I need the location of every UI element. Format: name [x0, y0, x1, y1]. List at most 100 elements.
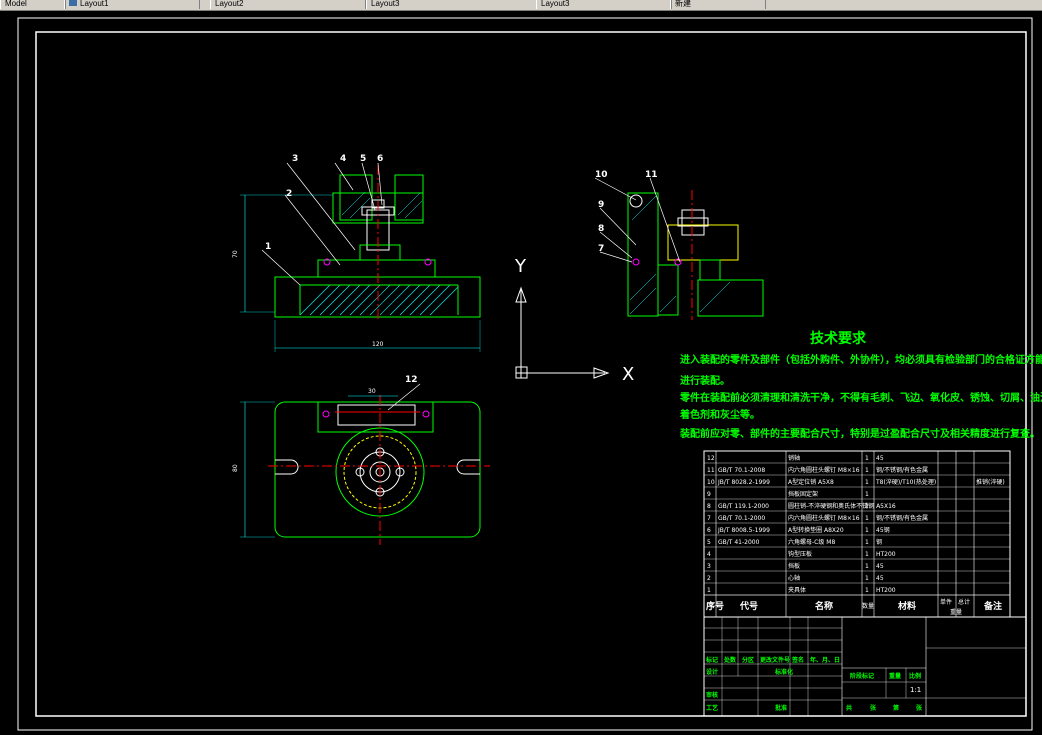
bom-cell-no: 11 [707, 467, 715, 474]
bom-cell-name: 心轴 [788, 574, 800, 582]
tb-standard: 标准化 [774, 668, 793, 676]
bom-cell-name: 六角螺母-C级 M8 [788, 538, 835, 546]
bom-cell-qty: 1 [865, 563, 869, 570]
bom-cell-no: 2 [707, 575, 711, 582]
clamp-right [394, 174, 424, 221]
part-label: 5 [360, 154, 366, 164]
bom-cell-qty: 1 [865, 575, 869, 582]
bom-cell-material: 45 [876, 455, 884, 462]
y-axis-label: Y [514, 256, 527, 277]
tech-req-line: 装配前应对零、部件的主要配合尺寸，特别是过盈配合尺寸及相关精度进行复查。 [679, 427, 1040, 440]
bom-cell-qty: 2 [865, 503, 869, 510]
plan-view: 80 30 12 [232, 375, 490, 545]
bom-cell-name: 夹具体 [788, 586, 806, 594]
bom-header-material: 材料 [897, 600, 916, 612]
part-label: 1 [265, 242, 271, 252]
part-label: 12 [405, 375, 418, 385]
bom-cell-name: 挡板 [788, 562, 800, 570]
bom-cell-qty: 1 [865, 527, 869, 534]
bom-cell-qty: 1 [865, 455, 869, 462]
tb-total-sheets: 共 [846, 704, 852, 712]
bom-cell-code: JB/T 8008.5-1999 [717, 527, 770, 534]
cad-drawing-canvas[interactable]: 70 120 3 2 1 4 5 6 10 9 8 7 11 80 30 12 … [0, 11, 1042, 735]
layout-icon [69, 0, 77, 6]
tab-new[interactable]: 新建 [670, 0, 766, 9]
tab-layout2[interactable]: Layout2 [210, 0, 366, 9]
tb-sheets-unit: 张 [870, 704, 877, 712]
tb-count: 处数 [723, 656, 737, 664]
tb-process: 工艺 [706, 704, 718, 712]
tech-req-line: 进行装配。 [680, 374, 730, 387]
bom-header-qty: 数量 [862, 602, 874, 610]
bom-cell-material: HT200 [876, 587, 896, 594]
tab-label: Model [5, 0, 27, 8]
part-label: 4 [340, 154, 346, 164]
bom-cell-material: 钢/不锈钢/有色金属 [876, 466, 928, 474]
bom-cell-qty: 1 [865, 479, 869, 486]
bom-cell-qty: 1 [865, 539, 869, 546]
bom-cell-no: 9 [707, 491, 711, 498]
bom-cell-no: 10 [707, 479, 715, 486]
bom-header-single: 单件 [940, 598, 952, 606]
tb-sheet-unit: 张 [916, 704, 923, 712]
tb-change-doc: 更改文件号 [760, 656, 790, 664]
bom-header-note: 备注 [983, 600, 1002, 612]
tab-label: 新建 [675, 0, 691, 8]
upper-plate [317, 259, 436, 278]
bom-cell-name: 内六角圆柱头螺钉 M8×16 [788, 514, 860, 522]
part-label: 2 [286, 189, 292, 199]
tech-req-line: 着色剂和灰尘等。 [679, 408, 760, 421]
tab-label: Layout3 [541, 0, 570, 8]
tb-scale: 1:1 [910, 686, 921, 694]
bom-cell-material: HT200 [876, 551, 896, 558]
part-label: 10 [595, 170, 608, 180]
tb-mark: 标记 [705, 656, 718, 664]
bom-header-weight: 重量 [950, 608, 962, 616]
bom-cell-material: 45钢 [876, 526, 890, 534]
side-view: 10 9 8 7 11 [594, 170, 764, 320]
bom-cell-qty: 1 [865, 467, 869, 474]
tb-stage: 阶段标记 [850, 672, 874, 680]
bom-cell-name: 销轴 [788, 454, 800, 462]
tb-ratio: 比例 [909, 672, 921, 680]
tab-layout4[interactable]: Layout3 [536, 0, 672, 9]
bom-cell-no: 8 [707, 503, 711, 510]
tab-layout1[interactable]: Layout1 [64, 0, 200, 9]
part-label: 3 [292, 154, 298, 164]
tb-sheet-no: 第 [892, 704, 899, 712]
bom-cell-code: GB/T 119.1-2000 [718, 503, 769, 510]
part-label: 9 [598, 200, 604, 210]
inner-frame [35, 31, 1027, 717]
bom-cell-qty: 1 [865, 491, 869, 498]
part-label: 8 [598, 224, 604, 234]
bom-cell-material: T8(淬硬)/T10(热处理) [875, 478, 936, 486]
part-label: 11 [645, 170, 658, 180]
base-hatch [299, 284, 459, 316]
bom-cell-material: 45 [876, 575, 884, 582]
tab-layout3[interactable]: Layout3 [366, 0, 537, 9]
tb-design: 设计 [706, 668, 718, 676]
dim-height: 70 [232, 250, 239, 258]
tab-label: Layout2 [215, 0, 244, 8]
technical-requirements: 技术要求 进入装配的零件及部件（包括外购件、外协件），均必须具有检验部门的合格证… [679, 330, 1042, 440]
bom-cell-no: 5 [707, 539, 711, 546]
bom-cell-qty: 1 [865, 587, 869, 594]
tab-label: Layout3 [371, 0, 400, 8]
dim-width: 120 [372, 341, 384, 348]
bom-cell-no: 7 [707, 515, 711, 522]
tech-req-line: 零件在装配前必须清理和清洗干净，不得有毛刺、飞边、氧化皮、锈蚀、切屑、油污、 [679, 391, 1042, 404]
bom-cell-no: 4 [707, 551, 711, 558]
tb-weight: 重量 [889, 672, 901, 680]
part-label: 7 [598, 244, 604, 254]
bom-cell-qty: 1 [865, 551, 869, 558]
bom-cell-no: 1 [707, 587, 711, 594]
dim-plan-height: 80 [232, 464, 239, 472]
dim-slot: 30 [368, 388, 376, 395]
tb-sign: 签名 [791, 656, 804, 664]
bom-cell-code: GB/T 41-2000 [718, 539, 760, 546]
bom-header-name: 名称 [815, 600, 833, 612]
tab-model[interactable]: Model [0, 0, 66, 9]
bom-cell-name: 钩型压板 [788, 550, 812, 558]
layout-tab-bar: Model Layout1 Layout2 Layout3 Layout3 新建 [0, 0, 1042, 11]
ucs-icon: Y X [514, 256, 634, 385]
